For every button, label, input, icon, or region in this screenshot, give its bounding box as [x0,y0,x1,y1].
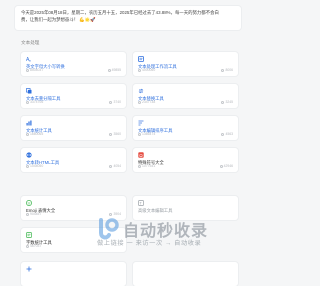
like-count: 4054 [109,164,121,168]
sort-icon [138,120,144,126]
svg-text:Ω: Ω [139,153,143,158]
view-count: 904457 [26,212,41,216]
tool-card-partial-right[interactable] [133,262,238,286]
like-count: 3740 [109,100,121,104]
word-count-icon [26,232,32,238]
likes-icon [221,100,225,104]
tool-card-emoji[interactable]: Emoji 表情大全 904457 3904 [21,196,126,220]
tool-card-stats[interactable]: 文本统计工具 1660065 3560 [21,116,126,140]
view-count: 1044050 [26,164,43,168]
stats-icon [26,120,32,126]
likes-icon [219,164,223,168]
likes-icon [109,164,113,168]
likes-icon [109,212,113,216]
tool-card-dedupe[interactable]: 文本去重分隔工具 3374706 3740 [21,84,126,108]
likes-icon [221,68,225,72]
watermark-title: 自动秒收录 [123,223,209,240]
likes-icon [109,100,113,104]
like-count: 3245 [221,100,233,104]
view-count: 8504037 [26,68,43,72]
date-greeting-card: 今天是2025年08月18日，星期二，农历五月十五，2025年已经过去了43.8… [15,6,241,30]
html-icon [26,152,32,158]
replace-icon [138,88,144,94]
greeting-emoji: 💪🌟🚀 [79,16,96,22]
views-icon [26,100,29,104]
greeting-text: 今天是2025年08月18日，星期二，农历五月十五，2025年已经过去了43.8… [21,10,235,23]
views-icon [26,164,29,168]
views-icon [26,244,29,248]
tool-card-case-converter[interactable]: Aa 英文字母大小写转换 8504037 49855 [21,52,126,76]
tool-card-sort[interactable]: 文本编辑排序工具 1366474 4563 [133,116,238,140]
like-count: 4563 [221,132,233,136]
like-count: 8006 [221,68,233,72]
workflow-icon [138,56,144,62]
view-count: 1077541 [138,164,155,168]
svg-text:a: a [29,59,31,63]
view-count: 4000060 [138,68,155,72]
like-count: 42946 [219,164,233,168]
tool-card-workflow[interactable]: 文本处理工作流工具 4000060 8006 [133,52,238,76]
view-count: 2347738 [138,100,155,104]
views-icon [138,132,141,136]
views-icon [138,100,141,104]
views-icon [26,68,29,72]
likes-icon [109,132,113,136]
greeting-line-1: 今天是2025年08月18日，星期二，农历五月十五，2025年已经过去了43.8… [21,10,219,15]
like-count: 3904 [109,212,121,216]
tool-card-advanced-editor[interactable]: T 高级文本编辑工具 [133,196,238,220]
views-icon [26,132,29,136]
views-icon [138,68,141,72]
view-count: 1366474 [138,132,155,136]
greeting-line-2: 费，让我们一起为梦想奋斗！ [21,16,79,22]
likes-icon [221,132,225,136]
svg-text:T: T [139,201,142,206]
tool-card-special-symbols[interactable]: Ω 特殊符号大全 1077541 42946 [133,148,238,172]
like-count: 49855 [107,68,121,72]
symbol-icon: Ω [138,152,144,158]
tool-card-replace[interactable]: 文本替换工具 2347738 3245 [133,84,238,108]
like-count: 3560 [109,132,121,136]
emoji-icon [26,200,32,206]
view-count: 467037 [26,244,41,248]
dedupe-icon [26,88,32,94]
view-count: 3374706 [26,100,43,104]
tool-card-text-to-html[interactable]: 文本转HTML工具 1044050 4054 [21,148,126,172]
views-icon [138,164,141,168]
tool-name: 高级文本编辑工具 [138,208,173,213]
plus-icon [26,266,32,272]
likes-icon [107,68,111,72]
tool-card-partial-left[interactable] [21,262,126,286]
text-edit-icon: T [138,200,144,206]
section-title: 文本处理 [21,40,40,45]
views-icon [26,212,29,216]
tool-card-word-count[interactable]: 字数统计工具 467037 [21,228,126,252]
letter-case-icon: Aa [26,56,32,62]
view-count: 1660065 [26,132,43,136]
